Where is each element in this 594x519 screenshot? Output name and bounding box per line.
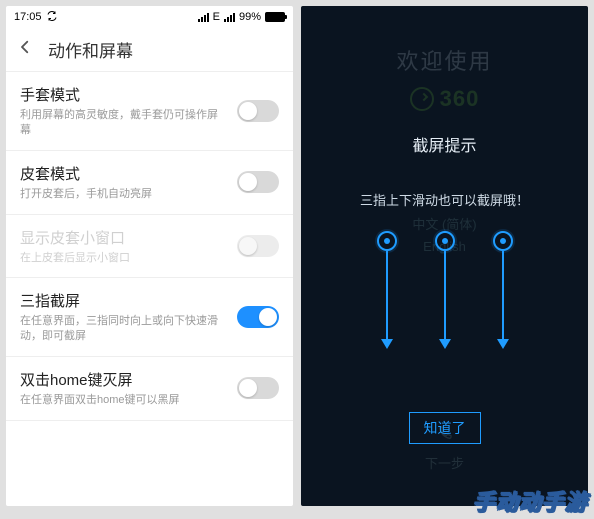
signal-icon [198, 12, 209, 22]
setting-title: 手套模式 [20, 84, 227, 105]
setting-double-tap-home[interactable]: 双击home键灭屏 在任意界面双击home键可以黑屏 [6, 357, 293, 421]
back-icon[interactable] [16, 38, 34, 61]
onboarding-screen: 欢迎使用 360 中文 (简体) English 下一步 [301, 6, 588, 506]
page-title: 动作和屏幕 [48, 37, 133, 62]
status-time: 17:05 [14, 11, 42, 23]
toggle-double-tap-home[interactable] [237, 377, 279, 399]
touch-point-icon [377, 231, 397, 251]
battery-icon [265, 12, 285, 22]
gesture-finger-1 [377, 231, 397, 349]
tip-overlay: 截屏提示 三指上下滑动也可以截屏哦！ [301, 6, 588, 506]
setting-title: 显示皮套小窗口 [20, 227, 227, 248]
toggle-three-finger-screenshot[interactable] [237, 306, 279, 328]
setting-desc: 在上皮套后显示小窗口 [20, 251, 227, 266]
setting-desc: 打开皮套后，手机自动亮屏 [20, 187, 227, 202]
setting-title: 三指截屏 [20, 290, 227, 311]
setting-desc: 在任意界面，三指同时向上或向下快速滑动，即可截屏 [20, 314, 227, 344]
network-type: E [213, 11, 220, 23]
battery-percent: 99% [239, 11, 261, 23]
settings-screen: 17:05 E 99% [6, 6, 293, 506]
gesture-finger-2 [435, 231, 455, 349]
setting-title: 皮套模式 [20, 163, 227, 184]
header: 动作和屏幕 [6, 28, 293, 72]
status-bar: 17:05 E 99% [6, 6, 293, 28]
settings-list: 手套模式 利用屏幕的高灵敏度，戴手套仍可操作屏幕 皮套模式 打开皮套后，手机自动… [6, 72, 293, 421]
tip-title: 截屏提示 [412, 132, 476, 156]
setting-case-mode[interactable]: 皮套模式 打开皮套后，手机自动亮屏 [6, 151, 293, 215]
arrow-down-icon [439, 339, 451, 349]
toggle-glove-mode[interactable] [237, 100, 279, 122]
setting-title: 双击home键灭屏 [20, 369, 227, 390]
setting-glove-mode[interactable]: 手套模式 利用屏幕的高灵敏度，戴手套仍可操作屏幕 [6, 72, 293, 151]
toggle-case-window [237, 235, 279, 257]
setting-desc: 在任意界面双击home键可以黑屏 [20, 393, 227, 408]
sync-icon [46, 10, 58, 25]
setting-three-finger-screenshot[interactable]: 三指截屏 在任意界面，三指同时向上或向下快速滑动，即可截屏 [6, 278, 293, 357]
setting-case-window: 显示皮套小窗口 在上皮套后显示小窗口 [6, 215, 293, 279]
gesture-illustration [377, 231, 513, 349]
arrow-down-icon [381, 339, 393, 349]
ok-button[interactable]: 知道了 [409, 412, 481, 444]
toggle-case-mode[interactable] [237, 171, 279, 193]
signal-icon-2 [224, 12, 235, 22]
arrow-down-icon [497, 339, 509, 349]
touch-point-icon [493, 231, 513, 251]
gesture-finger-3 [493, 231, 513, 349]
touch-point-icon [435, 231, 455, 251]
tip-text: 三指上下滑动也可以截屏哦！ [360, 190, 529, 209]
setting-desc: 利用屏幕的高灵敏度，戴手套仍可操作屏幕 [20, 108, 227, 138]
